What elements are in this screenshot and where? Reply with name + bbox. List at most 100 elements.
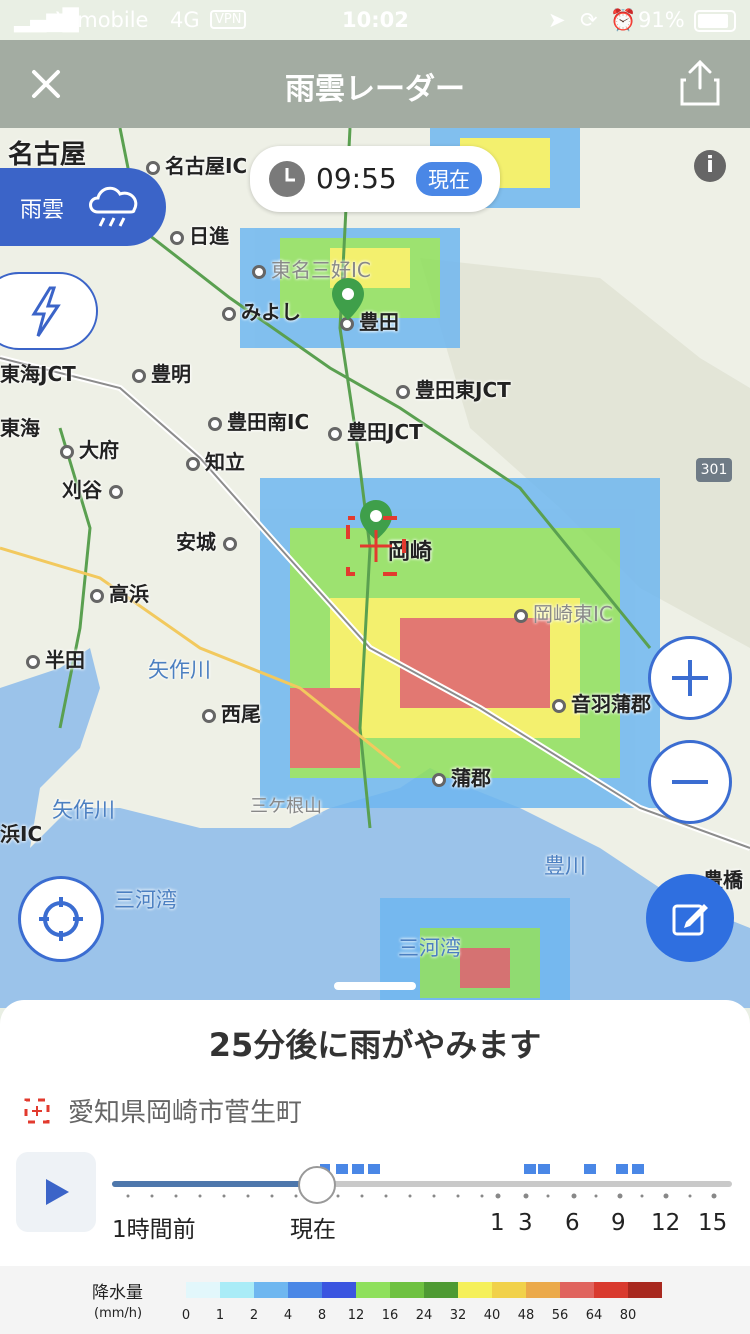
lightning-toggle[interactable]: [0, 272, 98, 350]
legend-value: 16: [381, 1308, 399, 1323]
location-arrow-icon: ➤: [548, 8, 566, 32]
route-shield: 301: [696, 458, 732, 482]
place-nishio: 西尾: [202, 698, 261, 727]
legend-value: 40: [483, 1308, 501, 1323]
sheet-grabber[interactable]: [334, 982, 416, 990]
legend-swatch: [254, 1282, 288, 1298]
place-nisshin: 日進: [170, 220, 229, 249]
battery-icon: [694, 10, 736, 32]
tick-now: 現在: [290, 1217, 336, 1243]
legend-swatch: [628, 1282, 662, 1298]
info-icon[interactable]: i: [694, 150, 726, 182]
place-chiryu: 知立: [186, 446, 245, 475]
legend-value: 4: [283, 1308, 293, 1323]
place-takahama: 高浜: [90, 578, 149, 607]
zoom-in-button[interactable]: [648, 636, 732, 720]
legend-swatch: [356, 1282, 390, 1298]
place-handa: 半田: [26, 644, 85, 673]
tick-15: 15: [698, 1210, 728, 1236]
legend-value: 1: [215, 1308, 225, 1323]
status-bar: ▂▄▆█ Y!mobile 4G VPN 10:02 ➤ ⟳ ⏰ 91%: [0, 0, 750, 40]
legend-swatch: [594, 1282, 628, 1298]
place-toyoake: 豊明: [132, 358, 191, 387]
legend-value: 8: [317, 1308, 327, 1323]
legend-value: 32: [449, 1308, 467, 1323]
place-anjo: 安城: [176, 526, 242, 555]
timeline-thumb[interactable]: [297, 1166, 336, 1204]
vpn-badge: VPN: [210, 10, 247, 29]
timeline-track[interactable]: [108, 1156, 738, 1216]
legend-value: 64: [585, 1308, 603, 1323]
place-sangane: 三ケ根山: [250, 796, 322, 817]
legend-swatch: [220, 1282, 254, 1298]
lightning-icon: [31, 286, 61, 337]
tick-12: 12: [651, 1210, 681, 1236]
share-icon[interactable]: [680, 60, 720, 106]
battery-percent: 91%: [638, 8, 685, 32]
locate-button[interactable]: [18, 876, 104, 962]
location-marker-icon: [24, 1098, 50, 1124]
play-button[interactable]: [16, 1152, 96, 1232]
place-hama-ic: 浜IC: [0, 822, 43, 846]
tick-3: 3: [518, 1210, 533, 1236]
plus-icon: [672, 660, 708, 696]
legend-title: 降水量: [92, 1283, 143, 1303]
radar-map[interactable]: 名古屋 名古屋IC 日進 東名三好IC みよし 豊田 豊明 東海JCT 豊田東J…: [0, 128, 750, 1008]
clock: 10:02: [342, 8, 409, 32]
header-bar: 雨雲レーダー: [0, 40, 750, 128]
forecast-headline: 25分後に雨がやみます: [208, 1026, 542, 1064]
rain-cloud-toggle[interactable]: 雨雲: [0, 168, 166, 246]
place-tokai-jct: 東海JCT: [0, 362, 76, 386]
legend-value: 0: [181, 1308, 191, 1323]
legend-value: 56: [551, 1308, 569, 1323]
current-location-marker-icon: [346, 500, 406, 576]
tick-9: 9: [611, 1210, 626, 1236]
legend-value: 2: [249, 1308, 259, 1323]
clock-icon: [269, 161, 305, 197]
place-toyotahigashi-jct: 豊田東JCT: [396, 374, 511, 403]
legend-swatch: [492, 1282, 526, 1298]
legend-swatch: [526, 1282, 560, 1298]
tick-6: 6: [565, 1210, 580, 1236]
legend-value: 48: [517, 1308, 535, 1323]
legend-value: 80: [619, 1308, 637, 1323]
legend-swatch: [458, 1282, 492, 1298]
rain-cloud-icon: [89, 186, 138, 227]
edit-icon: [672, 904, 708, 936]
alarm-icon: ⏰: [610, 8, 637, 32]
place-mikawawan-2: 三河湾: [398, 936, 461, 960]
legend-swatch: [560, 1282, 594, 1298]
legend-value: 12: [347, 1308, 365, 1323]
rotation-lock-icon: ⟳: [580, 8, 598, 32]
place-yahagigawa-1: 矢作川: [148, 658, 211, 682]
page-title: 雨雲レーダー: [285, 72, 465, 107]
play-icon: [46, 1179, 69, 1205]
time-value: 09:55: [316, 162, 397, 195]
place-toyotaminami-ic: 豊田南IC: [208, 406, 309, 435]
place-yahagigawa-2: 矢作川: [52, 798, 115, 822]
time-indicator[interactable]: 09:55 現在: [250, 146, 500, 212]
now-badge: 現在: [416, 162, 482, 196]
legend-swatch: [390, 1282, 424, 1298]
legend-swatch: [288, 1282, 322, 1298]
legend-swatch: [424, 1282, 458, 1298]
place-gamagori: 蒲郡: [432, 762, 491, 791]
place-okazakihigashi-ic: 岡崎東IC: [514, 598, 613, 627]
place-tokai: 東海: [0, 416, 40, 440]
legend-swatch: [322, 1282, 356, 1298]
place-nagoya: 名古屋: [8, 140, 87, 170]
place-obu: 大府: [60, 434, 119, 463]
place-toyota-jct: 豊田JCT: [328, 416, 423, 445]
place-kariya: 刈谷: [62, 474, 128, 503]
tick-1h-before: 1時間前: [112, 1217, 196, 1243]
minus-icon: [672, 780, 708, 784]
network: 4G: [170, 8, 200, 32]
zoom-out-button[interactable]: [648, 740, 732, 824]
place-mikawawan-1: 三河湾: [114, 888, 177, 912]
location-name: 愛知県岡崎市菅生町: [68, 1098, 303, 1128]
place-nagoya-ic: 名古屋IC: [146, 150, 247, 179]
toyota-pin-icon: [332, 278, 364, 320]
tick-1: 1: [490, 1210, 505, 1236]
place-toyogawa: 豊川: [544, 854, 586, 878]
edit-button[interactable]: [646, 874, 734, 962]
